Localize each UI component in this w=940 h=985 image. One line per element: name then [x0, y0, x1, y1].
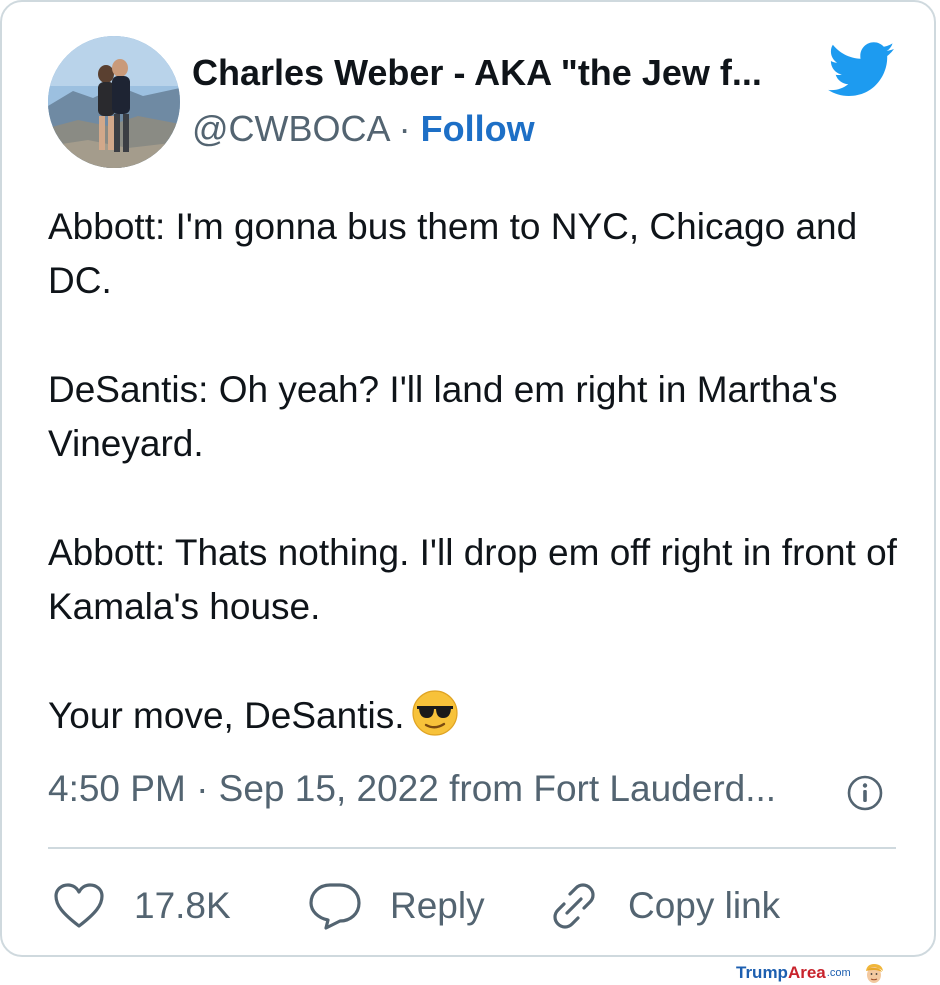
twitter-bird-icon[interactable]: [828, 42, 896, 98]
copy-link-label: Copy link: [628, 885, 781, 926]
author-handle[interactable]: @CWBOCA: [192, 108, 389, 149]
tweet-paragraph: Abbott: Thats nothing. I'll drop em off …: [48, 532, 897, 627]
watermark-brand-part2: Area: [787, 963, 826, 982]
reply-label: Reply: [390, 885, 485, 926]
copy-link-button[interactable]: Copy link: [548, 880, 780, 932]
like-count: 17.8K: [134, 885, 231, 926]
author-display-name[interactable]: Charles Weber - AKA "the Jew f...: [192, 52, 762, 94]
like-button[interactable]: 17.8K: [52, 880, 231, 932]
tweet-timestamp[interactable]: 4:50 PM · Sep 15, 2022 from Fort Lauderd…: [48, 768, 776, 810]
avatar-photo: [48, 36, 180, 168]
sunglasses-emoji-icon: [411, 690, 458, 736]
tweet-text: Abbott: I'm gonna bus them to NYC, Chica…: [48, 200, 908, 743]
separator-dot: ·: [398, 108, 411, 149]
watermark-face-icon: [865, 964, 883, 983]
follow-button[interactable]: Follow: [421, 108, 535, 149]
tweet-card: Charles Weber - AKA "the Jew f... @CWBOC…: [0, 0, 936, 957]
author-handle-row: @CWBOCA · Follow: [192, 108, 535, 150]
tweet-paragraph: Your move, DeSantis.: [48, 695, 405, 736]
heart-icon: [54, 883, 104, 928]
reply-button[interactable]: Reply: [308, 880, 485, 932]
watermark: Trump Area .com: [736, 961, 885, 985]
link-icon: [553, 883, 595, 929]
tweet-paragraph: DeSantis: Oh yeah? I'll land em right in…: [48, 369, 838, 464]
reply-bubble-icon: [309, 883, 361, 930]
tweet-paragraph-last: Your move, DeSantis.: [48, 689, 908, 743]
avatar[interactable]: [48, 36, 180, 168]
info-icon[interactable]: [846, 774, 884, 812]
watermark-brand-part3: .com: [826, 967, 851, 979]
watermark-brand-part1: Trump: [736, 963, 788, 982]
divider: [48, 847, 896, 849]
tweet-paragraph: Abbott: I'm gonna bus them to NYC, Chica…: [48, 206, 858, 301]
